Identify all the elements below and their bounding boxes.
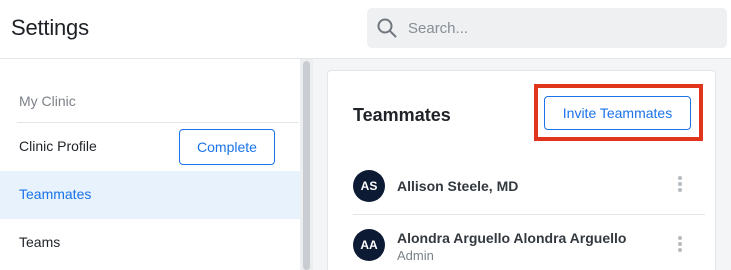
search-input[interactable]: Search... — [408, 20, 468, 37]
search-icon — [377, 18, 397, 38]
teammate-name: Alondra Arguello Alondra Arguello — [397, 230, 627, 246]
sidebar-item-teammates[interactable]: Teammates — [0, 171, 300, 219]
sidebar-item-teams[interactable]: Teams — [0, 219, 300, 267]
page-title: Settings — [11, 15, 89, 40]
sidebar-scrollbar[interactable] — [300, 59, 313, 270]
sidebar-item-label: Teammates — [19, 186, 92, 202]
sidebar: My Clinic Clinic Profile Complete Teamma… — [0, 59, 300, 270]
sidebar-section-my-clinic: My Clinic — [19, 93, 76, 109]
avatar: AA — [353, 229, 385, 261]
teammate-row[interactable]: AA Alondra Arguello Alondra Arguello Adm… — [329, 214, 716, 270]
avatar: AS — [353, 170, 385, 202]
complete-button[interactable]: Complete — [179, 129, 275, 165]
card-title: Teammates — [353, 105, 451, 125]
sidebar-item-label: Teams — [19, 234, 61, 250]
search-bar[interactable]: Search... — [367, 8, 727, 48]
teammate-name: Allison Steele, MD — [397, 178, 519, 194]
highlight-box — [534, 84, 703, 141]
teammate-role: Admin — [397, 248, 434, 263]
sidebar-item-label: Clinic Profile — [19, 138, 97, 154]
teammate-row[interactable]: AS Allison Steele, MD — [329, 158, 716, 214]
more-options-icon[interactable] — [676, 176, 684, 196]
more-options-icon[interactable] — [676, 236, 684, 256]
teammates-card: Teammates Invite Teammates AS Allison St… — [327, 70, 716, 270]
scrollbar-thumb[interactable] — [303, 61, 310, 270]
